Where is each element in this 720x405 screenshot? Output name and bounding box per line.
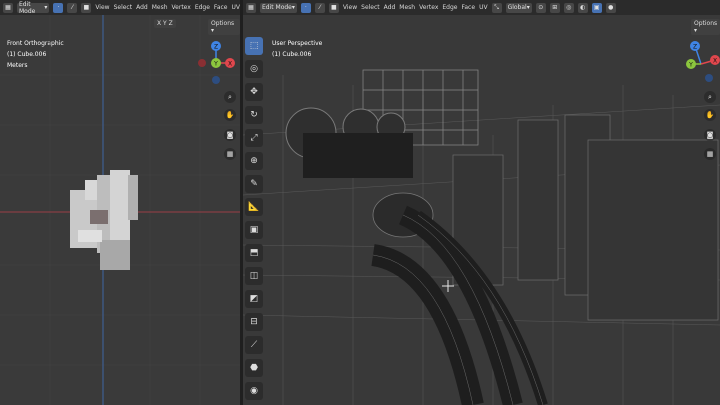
measure-icon[interactable]: 📐 — [245, 198, 263, 216]
edge-select-icon[interactable]: ⁄ — [314, 2, 325, 13]
pan-hand-icon[interactable]: ✋ — [224, 109, 236, 121]
menu-view[interactable]: View — [95, 4, 109, 11]
view-name: User Perspective — [272, 40, 323, 47]
menu-uv[interactable]: UV — [232, 4, 241, 11]
right-viewport-canvas[interactable] — [243, 15, 720, 405]
scale-icon[interactable]: ⤢ — [245, 129, 263, 147]
cursor-crosshair — [442, 280, 454, 292]
proportional-edit-icon[interactable]: ◎ — [563, 2, 574, 13]
navigation-gizmo-left[interactable]: Z Y X — [198, 38, 238, 88]
extrude-icon[interactable]: ⬒ — [245, 244, 263, 262]
vertex-select-icon[interactable]: · — [300, 2, 311, 13]
editor-type-icon[interactable]: ▦ — [3, 2, 13, 13]
spin-icon[interactable]: ◉ — [245, 382, 263, 400]
gizmo-z-label: Z — [693, 44, 697, 51]
menu-vertex[interactable]: Vertex — [419, 4, 438, 11]
menu-uv[interactable]: UV — [479, 4, 488, 11]
menu-vertex[interactable]: Vertex — [172, 4, 191, 11]
menu-select[interactable]: Select — [361, 4, 380, 11]
inset-icon[interactable]: ◫ — [245, 267, 263, 285]
xray-icon[interactable]: ▣ — [591, 2, 602, 13]
face-select-icon[interactable]: ■ — [81, 2, 92, 13]
navigation-gizmo-right[interactable]: Z Y X — [683, 38, 720, 88]
dark-block — [303, 133, 413, 178]
gizmo-z-label: Z — [214, 44, 218, 51]
menu-mesh[interactable]: Mesh — [152, 4, 168, 11]
camera-icon[interactable]: ◙ — [704, 129, 716, 141]
left-viewport[interactable]: ▦ Edit Mode ▾ · ⁄ ■ View Select Add Mesh… — [0, 0, 240, 405]
select-box-icon[interactable]: ⬚ — [245, 37, 263, 55]
knife-icon[interactable]: ⟋ — [245, 336, 263, 354]
gizmo-y-label: Y — [213, 61, 218, 68]
mode-label: Edit Mode — [262, 4, 292, 11]
grid-view-icon[interactable]: ▦ — [704, 148, 716, 160]
mode-select[interactable]: Edit Mode ▾ — [17, 0, 50, 15]
zoom-icon[interactable]: ⌕ — [224, 91, 236, 103]
left-viewport-header: ▦ Edit Mode ▾ · ⁄ ■ View Select Add Mesh… — [0, 0, 240, 15]
object-name: (1) Cube.006 — [272, 51, 312, 58]
right-viewport-header: ▦ Edit Mode ▾ · ⁄ ■ View Select Add Mesh… — [243, 0, 720, 15]
pan-hand-icon[interactable]: ✋ — [704, 109, 716, 121]
menu-face[interactable]: Face — [214, 4, 228, 11]
tool-shelf: ⬚ ◎ ✥ ↻ ⤢ ⊕ ✎ 📐 ▣ ⬒ ◫ ◩ ⊟ ⟋ ⬣ ◉ — [245, 37, 265, 405]
gizmo-y-label: Y — [688, 62, 693, 69]
pivot-icon[interactable]: ⊙ — [535, 2, 546, 13]
menu-view[interactable]: View — [343, 4, 357, 11]
menu-add[interactable]: Add — [384, 4, 396, 11]
face-select-icon[interactable]: ■ — [328, 2, 339, 13]
loop-cut-icon[interactable]: ⊟ — [245, 313, 263, 331]
transform-orientation-icon[interactable]: ⤡ — [491, 2, 502, 13]
gizmo-x-label: X — [228, 61, 232, 68]
shading-icon[interactable]: ● — [605, 2, 616, 13]
vertex-select-icon[interactable]: · — [53, 2, 64, 13]
mode-label: Edit Mode — [19, 0, 36, 15]
cursor-icon[interactable]: ◎ — [245, 60, 263, 78]
annotate-icon[interactable]: ✎ — [245, 175, 263, 193]
menu-add[interactable]: Add — [136, 4, 148, 11]
edge-select-icon[interactable]: ⁄ — [67, 2, 78, 13]
orientation-label: Global — [507, 4, 527, 11]
menu-select[interactable]: Select — [114, 4, 133, 11]
menu-edge[interactable]: Edge — [442, 4, 457, 11]
bevel-icon[interactable]: ◩ — [245, 290, 263, 308]
right-viewport[interactable]: ▦ Edit Mode ▾ · ⁄ ■ View Select Add Mesh… — [243, 0, 720, 405]
snap-icon[interactable]: ⊞ — [549, 2, 560, 13]
rotate-icon[interactable]: ↻ — [245, 106, 263, 124]
transform-icon[interactable]: ⊕ — [245, 152, 263, 170]
mode-select[interactable]: Edit Mode ▾ — [260, 2, 297, 13]
zoom-icon[interactable]: ⌕ — [704, 91, 716, 103]
move-icon[interactable]: ✥ — [245, 83, 263, 101]
hoses — [370, 205, 548, 405]
gizmo-x-label: X — [713, 58, 717, 65]
mesh-object — [70, 170, 138, 270]
menu-edge[interactable]: Edge — [195, 4, 210, 11]
menu-mesh[interactable]: Mesh — [399, 4, 415, 11]
poly-build-icon[interactable]: ⬣ — [245, 359, 263, 377]
menu-face[interactable]: Face — [461, 4, 475, 11]
editor-type-icon[interactable]: ▦ — [246, 2, 256, 13]
camera-icon[interactable]: ◙ — [224, 129, 236, 141]
add-cube-icon[interactable]: ▣ — [245, 221, 263, 239]
overlays-icon[interactable]: ◐ — [577, 2, 588, 13]
orientation-select[interactable]: Global ▾ — [505, 2, 532, 13]
grid-view-icon[interactable]: ▦ — [224, 148, 236, 160]
